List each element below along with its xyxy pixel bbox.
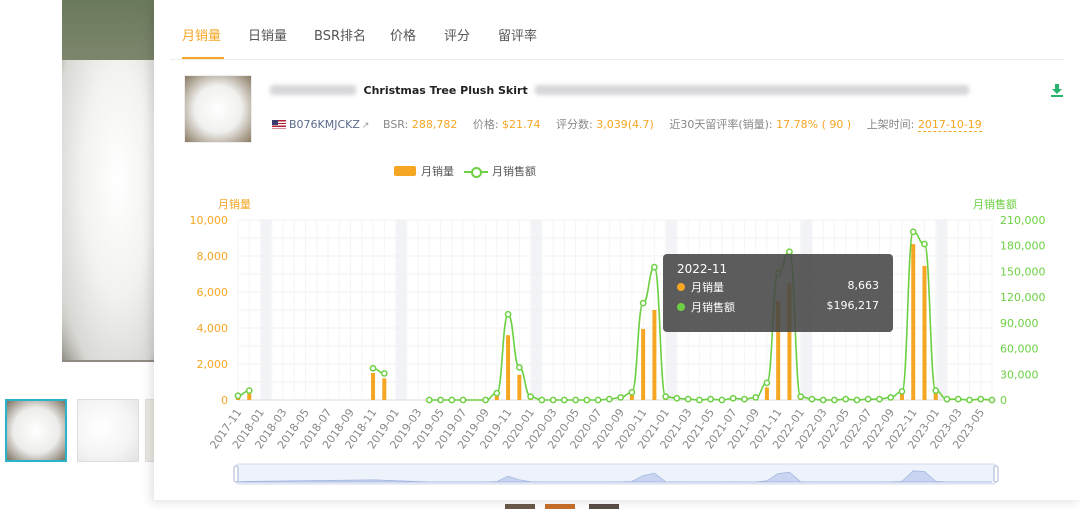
revenue-point-2020-07 [594,396,602,404]
revenue-point-2017-12 [245,387,253,394]
tooltip-dot-icon [677,303,685,311]
left-tick-label: 10,000 [190,214,229,227]
tooltip-row-revenue: 月销售额 $196,217 [677,299,879,317]
bar-2020-11 [641,328,646,400]
revenue-point-2022-12 [921,240,928,248]
left-axis-title: 月销量 [218,198,251,211]
right-tick-label: 210,000 [1000,214,1046,227]
revenue-point-2021-02 [673,394,681,402]
bar-2019-11 [506,335,511,400]
left-tick-label: 2,000 [197,358,229,371]
left-tick-label: 0 [221,394,228,407]
tooltip-title: 2022-11 [677,262,728,276]
revenue-point-2023-03 [954,395,962,403]
revenue-point-2021-08 [741,395,748,403]
right-tick-label: 180,000 [1000,240,1046,253]
revenue-point-2021-07 [729,394,737,402]
legend-line-label[interactable]: 月销售额 [492,165,536,178]
sales-chart: 0 2,000 4,000 6,000 8,000 10,000 0 30,000 60,000… [190,214,1046,485]
revenue-point-2020-05 [572,396,579,404]
revenue-point-2023-06 [988,396,996,404]
bar-2022-12 [922,265,927,400]
right-tick-label: 0 [1000,394,1007,407]
revenue-point-2017-11 [234,392,242,400]
right-axis-title: 月销售额 [973,198,1017,211]
right-tick-label: 60,000 [1000,343,1039,356]
revenue-point-2022-02 [808,395,816,403]
revenue-point-2020-08 [606,395,613,403]
revenue-point-2022-08 [876,395,883,403]
right-tick-label: 30,000 [1000,368,1039,381]
left-tick-label: 8,000 [197,250,229,263]
revenue-point-2021-05 [707,395,715,403]
bar-2018-12 [382,378,387,400]
bar-2018-11 [371,373,376,400]
revenue-point-2021-03 [684,395,692,403]
tooltip-label: 月销量 [691,281,724,294]
revenue-point-2020-06 [583,396,591,404]
left-tick-label: 6,000 [197,286,229,299]
revenue-point-2019-09 [482,396,489,404]
bar-2021-10 [764,387,769,400]
revenue-point-2022-06 [853,396,861,404]
range-handle-left[interactable] [233,465,239,483]
left-tick-label: 4,000 [197,322,229,335]
right-tick-label: 150,000 [1000,265,1046,278]
revenue-point-2023-02 [943,395,951,403]
revenue-point-2022-09 [887,394,895,401]
revenue-point-2021-04 [696,396,703,404]
revenue-point-2020-02 [538,396,546,404]
revenue-point-2023-01 [932,387,940,394]
bar-2019-12 [517,374,522,400]
revenue-point-2020-12 [651,263,658,271]
revenue-point-2022-11 [909,228,917,236]
tooltip-value: 8,663 [847,279,880,292]
revenue-point-2023-04 [966,396,973,404]
revenue-point-2022-01 [797,393,805,400]
revenue-point-2020-11 [639,299,647,307]
revenue-point-2022-04 [831,396,838,404]
revenue-point-2022-03 [819,396,827,404]
right-tick-label: 90,000 [1000,317,1039,330]
tooltip-dot-icon [677,283,685,291]
revenue-point-2019-06 [448,396,456,404]
revenue-point-2018-12 [380,370,388,377]
revenue-point-2019-07 [459,396,467,404]
revenue-point-2021-06 [718,396,726,404]
revenue-point-2020-10 [628,388,636,396]
tooltip-value: $196,217 [826,299,880,312]
chart-legend: 月销量 月销售额 [394,163,536,179]
revenue-point-2019-04 [425,396,433,404]
revenue-point-2023-05 [977,395,985,403]
legend-bar-label[interactable]: 月销量 [421,165,454,178]
revenue-point-2020-04 [561,396,568,404]
revenue-point-2019-05 [437,396,444,404]
revenue-point-2022-10 [898,388,906,395]
range-handle-right[interactable] [993,465,999,483]
revenue-point-2019-10 [493,389,501,397]
chart-tooltip: 2022-11 月销量 8,663 月销售额 $196,217 [663,254,893,332]
legend-bar-swatch [394,166,416,176]
right-tick-label: 120,000 [1000,291,1046,304]
revenue-point-2020-03 [549,396,557,404]
revenue-point-2019-12 [515,364,523,371]
legend-line-swatch [464,166,488,178]
tooltip-row-units: 月销量 8,663 [677,279,879,297]
revenue-point-2020-09 [617,394,624,401]
tooltip-label: 月销售额 [691,301,735,314]
revenue-point-2019-11 [504,310,512,318]
revenue-point-2021-01 [662,393,669,400]
bar-2020-12 [652,310,657,400]
bar-2022-11 [911,244,916,400]
revenue-point-2018-11 [369,364,377,372]
revenue-point-2021-09 [752,394,760,401]
revenue-point-2021-10 [763,379,771,387]
revenue-point-2020-01 [527,393,534,400]
revenue-point-2022-05 [842,395,850,403]
revenue-point-2022-07 [864,395,872,403]
